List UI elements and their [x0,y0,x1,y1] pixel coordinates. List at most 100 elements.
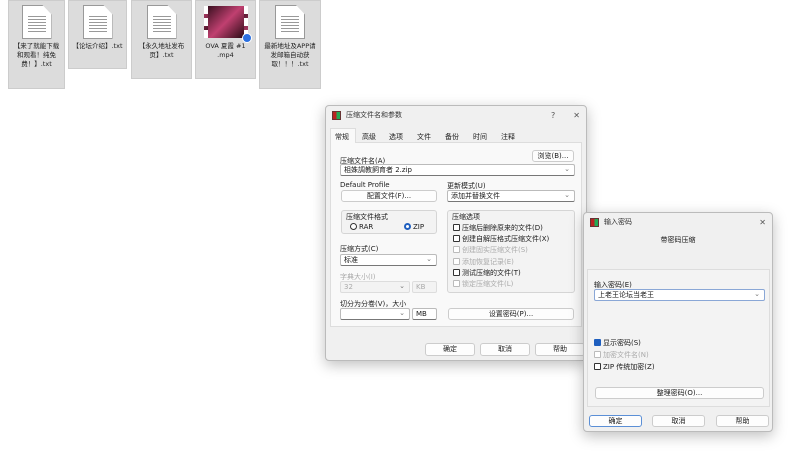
title-bar: 压缩文件名和参数? ✕ [326,106,586,124]
text-file-icon [82,5,113,39]
help-button[interactable]: 帮助 [716,415,769,427]
method-value: 标准 [344,256,358,264]
tab-backup[interactable]: 备份 [445,132,459,142]
option-delete-after[interactable]: 压缩后删除原来的文件(D) [453,223,549,234]
chevron-down-icon: ⌄ [399,282,405,290]
chevron-down-icon[interactable]: ⌄ [564,165,570,174]
chevron-down-icon[interactable]: ⌄ [754,290,760,299]
dict-value: 32 [344,283,353,291]
organize-passwords-button[interactable]: 整理密码(O)... [595,387,764,399]
password-input[interactable]: 上老王论坛当老王 ⌄ [594,289,765,301]
chevron-down-icon: ⌄ [564,191,570,199]
option-label: 创建固实压缩文件(S) [462,246,528,255]
ok-button[interactable]: 确定 [589,415,642,427]
option-label: 创建自解压格式压缩文件(X) [462,235,550,244]
file-name: 【永久地址发布页】.txt [138,42,185,59]
option-solid: 创建固实压缩文件(S) [453,245,549,256]
tab-advanced[interactable]: 高级 [362,132,376,142]
method-label: 压缩方式(C) [340,245,379,253]
cancel-button[interactable]: 取消 [652,415,705,427]
checkbox-icon [453,235,460,243]
checkbox-icon [453,280,460,288]
checkbox-label: 加密文件名(N) [603,351,649,359]
sync-badge-icon [241,33,252,43]
radio-label: RAR [359,223,374,231]
file-name: 【论坛介绍】.txt [72,42,123,50]
file-name: 【来了就能下载和观看！纯免费！】.txt [13,42,60,68]
checkbox-icon [453,268,460,276]
file-item[interactable]: OVA 夏霞 #1 .mp4 [195,0,256,79]
file-item[interactable]: 【来了就能下载和观看！纯免费！】.txt [8,0,65,89]
winrar-logo-icon [332,110,341,120]
show-password-checkbox[interactable]: 显示密码(S) [594,337,655,349]
video-thumbnail-icon [203,6,252,43]
checkbox-icon [594,351,601,358]
text-file-icon [275,5,305,39]
browse-button[interactable]: 浏览(B)... [532,150,574,162]
default-profile-label: Default Profile [340,181,390,189]
profile-button[interactable]: 配置文件(F)... [341,190,437,202]
file-item[interactable]: 【永久地址发布页】.txt [131,0,192,79]
tab-comment[interactable]: 注释 [501,132,515,142]
split-size-input[interactable]: ⌄ [340,308,410,320]
split-unit-select[interactable]: MB [412,308,437,320]
ok-button[interactable]: 确定 [425,343,475,356]
dialog-title: 压缩文件名和参数 [346,111,402,119]
checkbox-label: ZIP 传统加密(Z) [603,363,655,371]
close-icon[interactable]: ✕ [759,218,766,227]
radio-label: ZIP [413,223,425,231]
archive-name-dialog: 压缩文件名和参数? ✕ 常规 高级 选项 文件 备份 时间 注释 压缩文件名(A)… [325,105,587,361]
file-name: 最新地址及APP请发邮箱自动获取！！！.txt [264,42,316,68]
file-item[interactable]: 【论坛介绍】.txt [68,0,127,69]
option-label: 测试压缩的文件(T) [462,268,521,277]
zip-legacy-checkbox[interactable]: ZIP 传统加密(Z) [594,361,655,373]
checkbox-checked-icon [594,339,601,346]
method-select[interactable]: 标准 ⌄ [340,254,437,266]
checkbox-icon [453,257,460,265]
checkbox-label: 显示密码(S) [603,339,641,347]
dict-unit: KB [416,283,426,291]
update-mode-select[interactable]: 添加并替换文件 ⌄ [447,190,575,202]
archive-name-input[interactable]: 柤姝調教飼育者 2.zip ⌄ [340,164,575,176]
set-password-button[interactable]: 设置密码(P)... [448,308,574,320]
radio-icon [350,223,357,230]
option-label: 添加恢复记录(E) [462,257,514,266]
tab-files[interactable]: 文件 [417,132,431,142]
dialog-title: 输入密码 [604,218,632,226]
archive-name-value: 柤姝調教飼育者 2.zip [344,166,412,174]
format-label: 压缩文件格式 [346,213,388,221]
help-icon[interactable]: ? [551,111,555,120]
option-sfx[interactable]: 创建自解压格式压缩文件(X) [453,234,549,245]
dict-unit-select: KB [412,281,437,293]
winrar-logo-icon [590,217,599,227]
cancel-button[interactable]: 取消 [480,343,530,356]
radio-zip[interactable]: ZIP [404,223,424,231]
file-item[interactable]: 最新地址及APP请发邮箱自动获取！！！.txt [259,0,321,89]
update-mode-value: 添加并替换文件 [451,192,500,200]
tab-options[interactable]: 选项 [389,132,403,142]
checkbox-icon [453,224,460,231]
option-label: 锁定压缩文件(L) [462,280,514,289]
text-file-icon [21,5,52,39]
chevron-down-icon: ⌄ [399,309,405,317]
help-button[interactable]: 帮助 [535,343,585,356]
password-dialog: 输入密码 ✕ 带密码压缩 输入密码(E) 上老王论坛当老王 ⌄ 显示密码(S) 加密… [583,212,773,432]
tab-general[interactable]: 常规 [335,132,349,142]
option-test[interactable]: 测试压缩的文件(T) [453,268,549,279]
password-value: 上老王论坛当老王 [598,291,654,299]
text-file-icon [146,5,177,39]
radio-rar[interactable]: RAR [350,223,373,231]
dialog-heading: 带密码压缩 [660,236,696,244]
title-bar: 输入密码 ✕ [584,213,772,231]
encrypt-names-checkbox: 加密文件名(N) [594,349,655,361]
tab-time[interactable]: 时间 [473,132,487,142]
options-list: 压缩后删除原来的文件(D) 创建自解压格式压缩文件(X) 创建固实压缩文件(S)… [453,223,549,290]
password-options: 显示密码(S) 加密文件名(N) ZIP 传统加密(Z) [594,337,655,373]
option-label: 压缩后删除原来的文件(D) [462,224,543,232]
file-name: OVA 夏霞 #1 .mp4 [205,42,246,59]
radio-selected-icon [404,223,411,230]
close-icon[interactable]: ✕ [573,111,580,120]
option-lock: 锁定压缩文件(L) [453,279,549,290]
option-recovery: 添加恢复记录(E) [453,257,549,268]
checkbox-icon [594,363,601,370]
